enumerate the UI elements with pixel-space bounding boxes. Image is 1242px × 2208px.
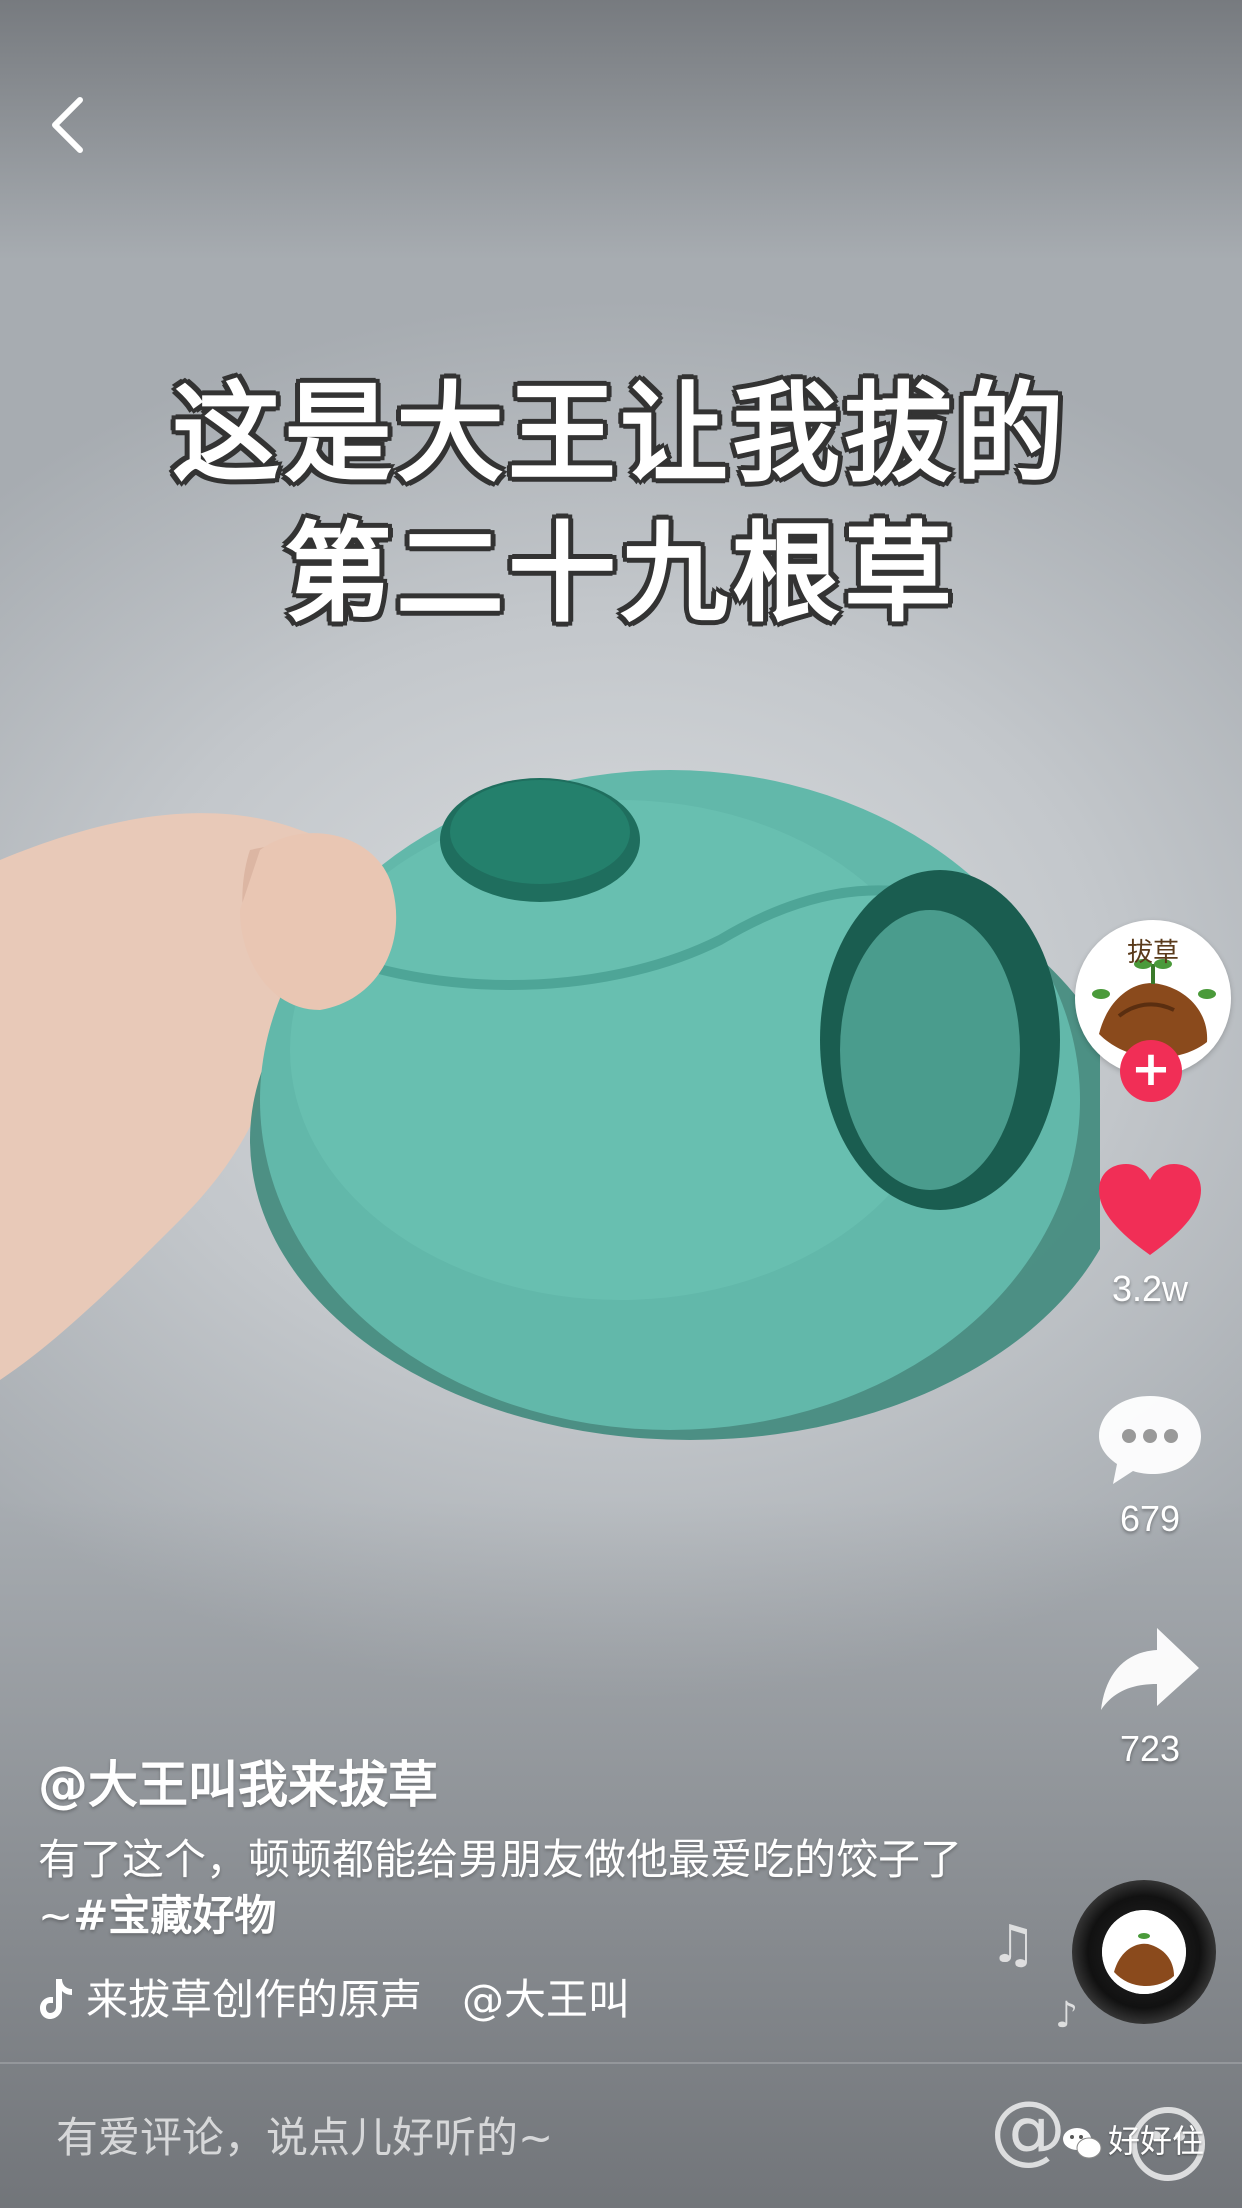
post-description: 有了这个，顿顿都能给男朋友做他最爱吃的饺子了~#宝藏好物 [38, 1832, 998, 1944]
caption-line-2: 第二十九根草 [283, 512, 956, 637]
back-button[interactable] [40, 85, 100, 165]
heart-icon [1099, 1164, 1201, 1255]
music-disc[interactable] [1072, 1880, 1216, 2024]
video-frame-product [0, 770, 1100, 1440]
at-icon[interactable]: @ [990, 2084, 1066, 2173]
video-player[interactable]: 这是大王让我拔的 第二十九根草 拔草 + 3.2w 679 723 ♫ ♪ @大… [0, 0, 1242, 2208]
follow-button[interactable]: + [1120, 1040, 1182, 1102]
share-arrow-icon [1101, 1628, 1199, 1710]
music-title: 来拔草创作的原声 [86, 1975, 423, 2024]
watermark: 好好住 [1062, 2116, 1204, 2162]
like-button[interactable]: 3.2w [1090, 1160, 1210, 1310]
comment-button[interactable]: 679 [1090, 1390, 1210, 1540]
disc-cover [1102, 1910, 1186, 1994]
watermark-text: 好好住 [1108, 2122, 1205, 2160]
hashtag-link[interactable]: #宝藏好物 [73, 1891, 276, 1940]
video-caption: 这是大王让我拔的 第二十九根草 [120, 365, 1120, 645]
comment-bubble-icon [1099, 1396, 1201, 1484]
author-handle[interactable]: @大王叫我来拔草 [38, 1745, 438, 1817]
like-count: 3.2w [1111, 1268, 1189, 1309]
tiktok-note-icon [40, 1979, 72, 2019]
music-marquee[interactable]: 来拔草创作的原声 @大王叫 [38, 1965, 678, 2035]
wechat-icon [1063, 2128, 1102, 2159]
back-icon [52, 97, 83, 153]
comment-bar: 有爱评论，说点儿好听的~ @ 好好住 [0, 2062, 1242, 2208]
music-author: @大王叫 [462, 1975, 631, 2024]
comment-count: 679 [1119, 1498, 1181, 1539]
avatar-text: 拔草 [1126, 938, 1179, 968]
comment-input[interactable]: 有爱评论，说点儿好听的~ [56, 2104, 553, 2165]
music-note-icon: ♪ [1055, 1995, 1078, 2036]
caption-line-1: 这是大王让我拔的 [171, 372, 1068, 497]
share-button[interactable]: 723 [1090, 1620, 1210, 1770]
top-gradient [0, 0, 1242, 260]
share-count: 723 [1119, 1728, 1181, 1769]
